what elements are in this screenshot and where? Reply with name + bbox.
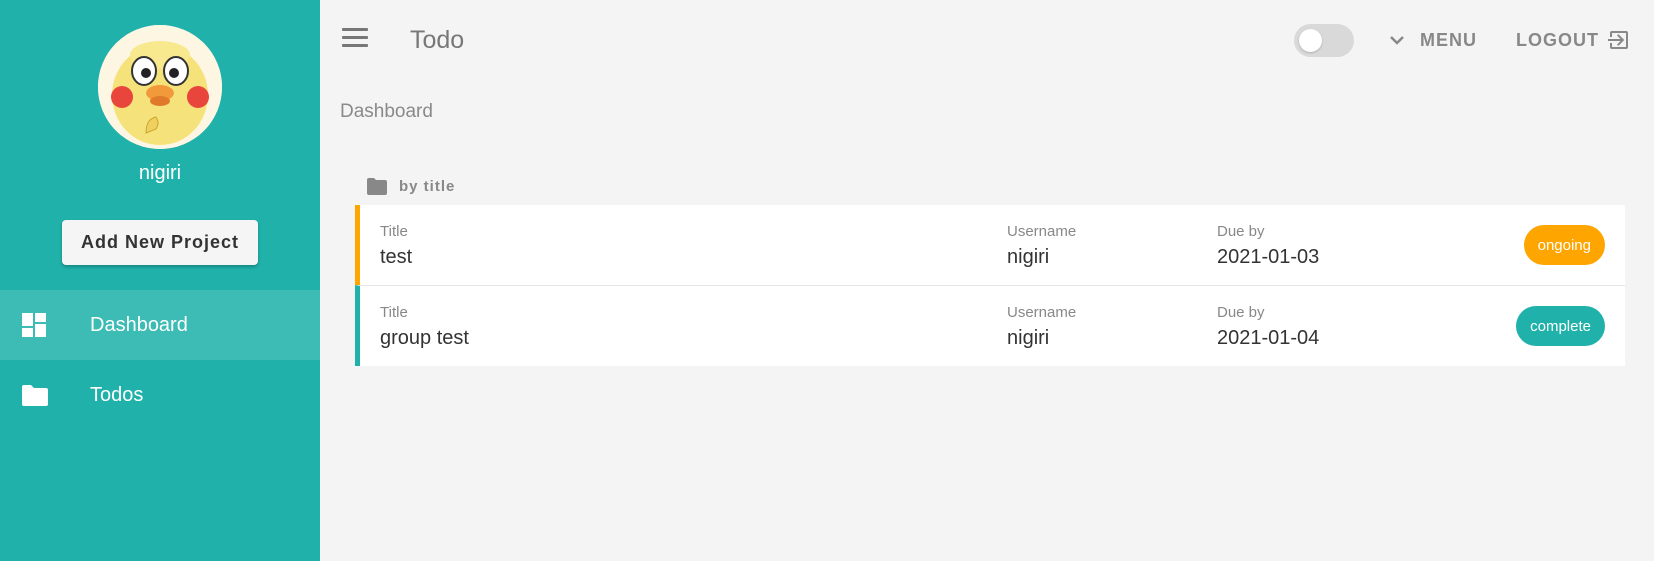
sidebar-item-label: Dashboard bbox=[90, 313, 188, 336]
due-cell: Due by 2021-01-04 bbox=[1217, 304, 1319, 350]
todo-row[interactable]: Title group test Username nigiri Due by … bbox=[355, 285, 1625, 366]
group-label: by title bbox=[399, 178, 456, 195]
status-badge[interactable]: ongoing bbox=[1523, 225, 1605, 265]
username-cell: Username nigiri bbox=[1007, 223, 1076, 269]
username-label: Username bbox=[1007, 223, 1077, 240]
avatar[interactable] bbox=[98, 25, 222, 149]
sidebar-item-todos[interactable]: Todos bbox=[0, 360, 320, 430]
logout-label: LOGOUT bbox=[1516, 29, 1599, 50]
menu-button[interactable]: MENU bbox=[1388, 28, 1477, 52]
folder-icon bbox=[22, 385, 48, 406]
toggle-knob bbox=[1299, 29, 1322, 52]
title-cell: Title test bbox=[380, 223, 412, 269]
chevron-down-icon bbox=[1390, 36, 1404, 45]
theme-toggle[interactable] bbox=[1294, 24, 1354, 57]
menu-label: MENU bbox=[1420, 29, 1477, 50]
dashboard-icon bbox=[22, 313, 46, 337]
status-badge[interactable]: complete bbox=[1516, 306, 1605, 346]
due-label: Due by bbox=[1217, 223, 1265, 240]
username-value: nigiri bbox=[1007, 327, 1050, 349]
due-cell: Due by 2021-01-03 bbox=[1217, 223, 1319, 269]
title-value: group test bbox=[380, 327, 469, 349]
add-new-project-button[interactable]: Add New Project bbox=[62, 220, 258, 265]
sidebar-item-label: Todos bbox=[90, 383, 144, 406]
logout-button[interactable]: LOGOUT bbox=[1516, 28, 1631, 52]
folder-icon bbox=[367, 178, 387, 195]
duck-avatar-icon bbox=[98, 25, 222, 149]
username: nigiri bbox=[138, 162, 182, 184]
title-label: Title bbox=[380, 223, 408, 240]
due-label: Due by bbox=[1217, 304, 1265, 321]
due-value: 2021-01-04 bbox=[1217, 327, 1320, 349]
username-cell: Username nigiri bbox=[1007, 304, 1076, 350]
top-bar: Todo MENU LOGOUT bbox=[320, 0, 1654, 80]
app-title: Todo bbox=[410, 26, 465, 54]
due-value: 2021-01-03 bbox=[1217, 246, 1320, 268]
group-heading: by title bbox=[367, 178, 455, 195]
title-cell: Title group test bbox=[380, 304, 469, 350]
logout-icon bbox=[1608, 31, 1628, 49]
todo-row[interactable]: Title test Username nigiri Due by 2021-0… bbox=[355, 205, 1625, 285]
todo-list: Title test Username nigiri Due by 2021-0… bbox=[355, 205, 1625, 366]
sidebar-item-dashboard[interactable]: Dashboard bbox=[0, 290, 320, 360]
title-value: test bbox=[380, 246, 413, 268]
breadcrumb: Dashboard bbox=[340, 101, 433, 122]
sidebar: nigiri Add New Project Dashboard Todos bbox=[0, 0, 320, 561]
hamburger-menu-icon[interactable] bbox=[342, 28, 368, 50]
username-label: Username bbox=[1007, 304, 1077, 321]
username-value: nigiri bbox=[1007, 246, 1050, 268]
title-label: Title bbox=[380, 304, 408, 321]
